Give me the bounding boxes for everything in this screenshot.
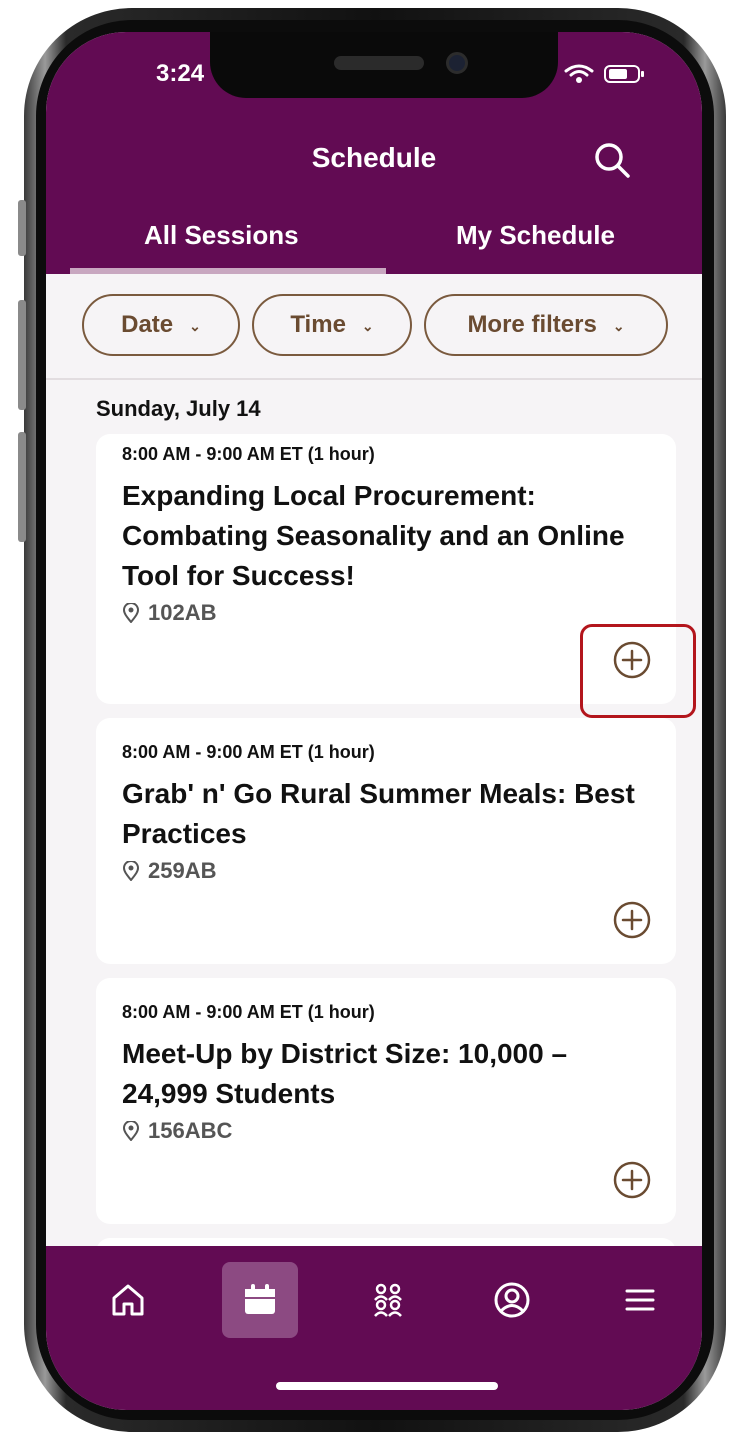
time-filter-button[interactable]: Time ⌄ — [252, 294, 412, 356]
date-filter-label: Date — [121, 311, 174, 338]
camera — [446, 52, 468, 74]
volume-up-button — [18, 300, 26, 410]
nav-attendees[interactable] — [350, 1262, 426, 1338]
people-icon — [374, 1283, 402, 1317]
date-filter-button[interactable]: Date ⌄ — [82, 294, 240, 356]
more-filters-label: More filters — [467, 311, 597, 338]
filter-bar: Date ⌄ Time ⌄ More filters ⌄ — [46, 274, 702, 380]
tab-all-sessions[interactable]: All Sessions — [144, 220, 299, 251]
add-to-schedule-icon[interactable] — [612, 1160, 652, 1200]
menu-icon — [625, 1289, 655, 1311]
volume-down-button — [18, 432, 26, 542]
tab-my-schedule[interactable]: My Schedule — [456, 220, 615, 251]
wifi-icon — [564, 64, 594, 83]
chevron-down-icon: ⌄ — [189, 317, 201, 334]
chevron-down-icon: ⌄ — [361, 317, 374, 334]
calendar-icon — [245, 1284, 275, 1314]
add-button-highlight — [580, 624, 696, 718]
session-title: Meet-Up by District Size: 10,000 – 24,99… — [122, 1038, 568, 1109]
session-title: Grab' n' Go Rural Summer Meals: Best Pra… — [122, 778, 635, 849]
home-icon — [112, 1284, 144, 1316]
status-icons — [564, 64, 644, 84]
session-room-label: 156ABC — [148, 1118, 233, 1143]
home-indicator[interactable] — [276, 1382, 498, 1390]
nav-profile[interactable] — [474, 1262, 550, 1338]
session-card[interactable]: 8:00 AM - 9:00 AM ET (1 hour) Grab' n' G… — [96, 718, 676, 964]
session-room-label: 102AB — [148, 600, 217, 625]
session-room: 156ABC — [122, 1118, 232, 1144]
session-room: 102AB — [122, 600, 216, 626]
time-filter-label: Time — [290, 311, 346, 338]
session-title: Expanding Local Procurement: Combating S… — [122, 480, 625, 591]
session-room: 259AB — [122, 858, 216, 884]
session-time: 8:00 AM - 9:00 AM ET (1 hour) — [122, 742, 375, 762]
mute-switch — [18, 200, 26, 256]
search-icon[interactable] — [592, 140, 632, 180]
profile-icon — [494, 1282, 530, 1318]
day-heading: Sunday, July 14 — [96, 396, 261, 421]
nav-menu[interactable] — [602, 1262, 678, 1338]
add-to-schedule-icon[interactable] — [612, 900, 652, 940]
session-time: 8:00 AM - 9:00 AM ET (1 hour) — [122, 1002, 375, 1022]
location-pin-icon — [122, 603, 140, 623]
more-filters-button[interactable]: More filters ⌄ — [424, 294, 668, 356]
location-pin-icon — [122, 861, 140, 881]
battery-icon — [604, 65, 644, 83]
nav-home[interactable] — [90, 1262, 166, 1338]
app-screen: 3:24 Schedule All Sessions My Schedule D… — [46, 32, 702, 1410]
bottom-nav — [46, 1246, 702, 1410]
notch — [210, 32, 558, 98]
location-pin-icon — [122, 1121, 140, 1141]
chevron-down-icon: ⌄ — [612, 317, 625, 334]
session-room-label: 259AB — [148, 858, 217, 883]
session-card[interactable]: 8:00 AM - 9:00 AM ET (1 hour) Meet-Up by… — [96, 978, 676, 1224]
status-time: 3:24 — [156, 60, 205, 87]
nav-schedule[interactable] — [222, 1262, 298, 1338]
speaker — [334, 56, 424, 70]
session-time: 8:00 AM - 9:00 AM ET (1 hour) — [122, 444, 375, 464]
